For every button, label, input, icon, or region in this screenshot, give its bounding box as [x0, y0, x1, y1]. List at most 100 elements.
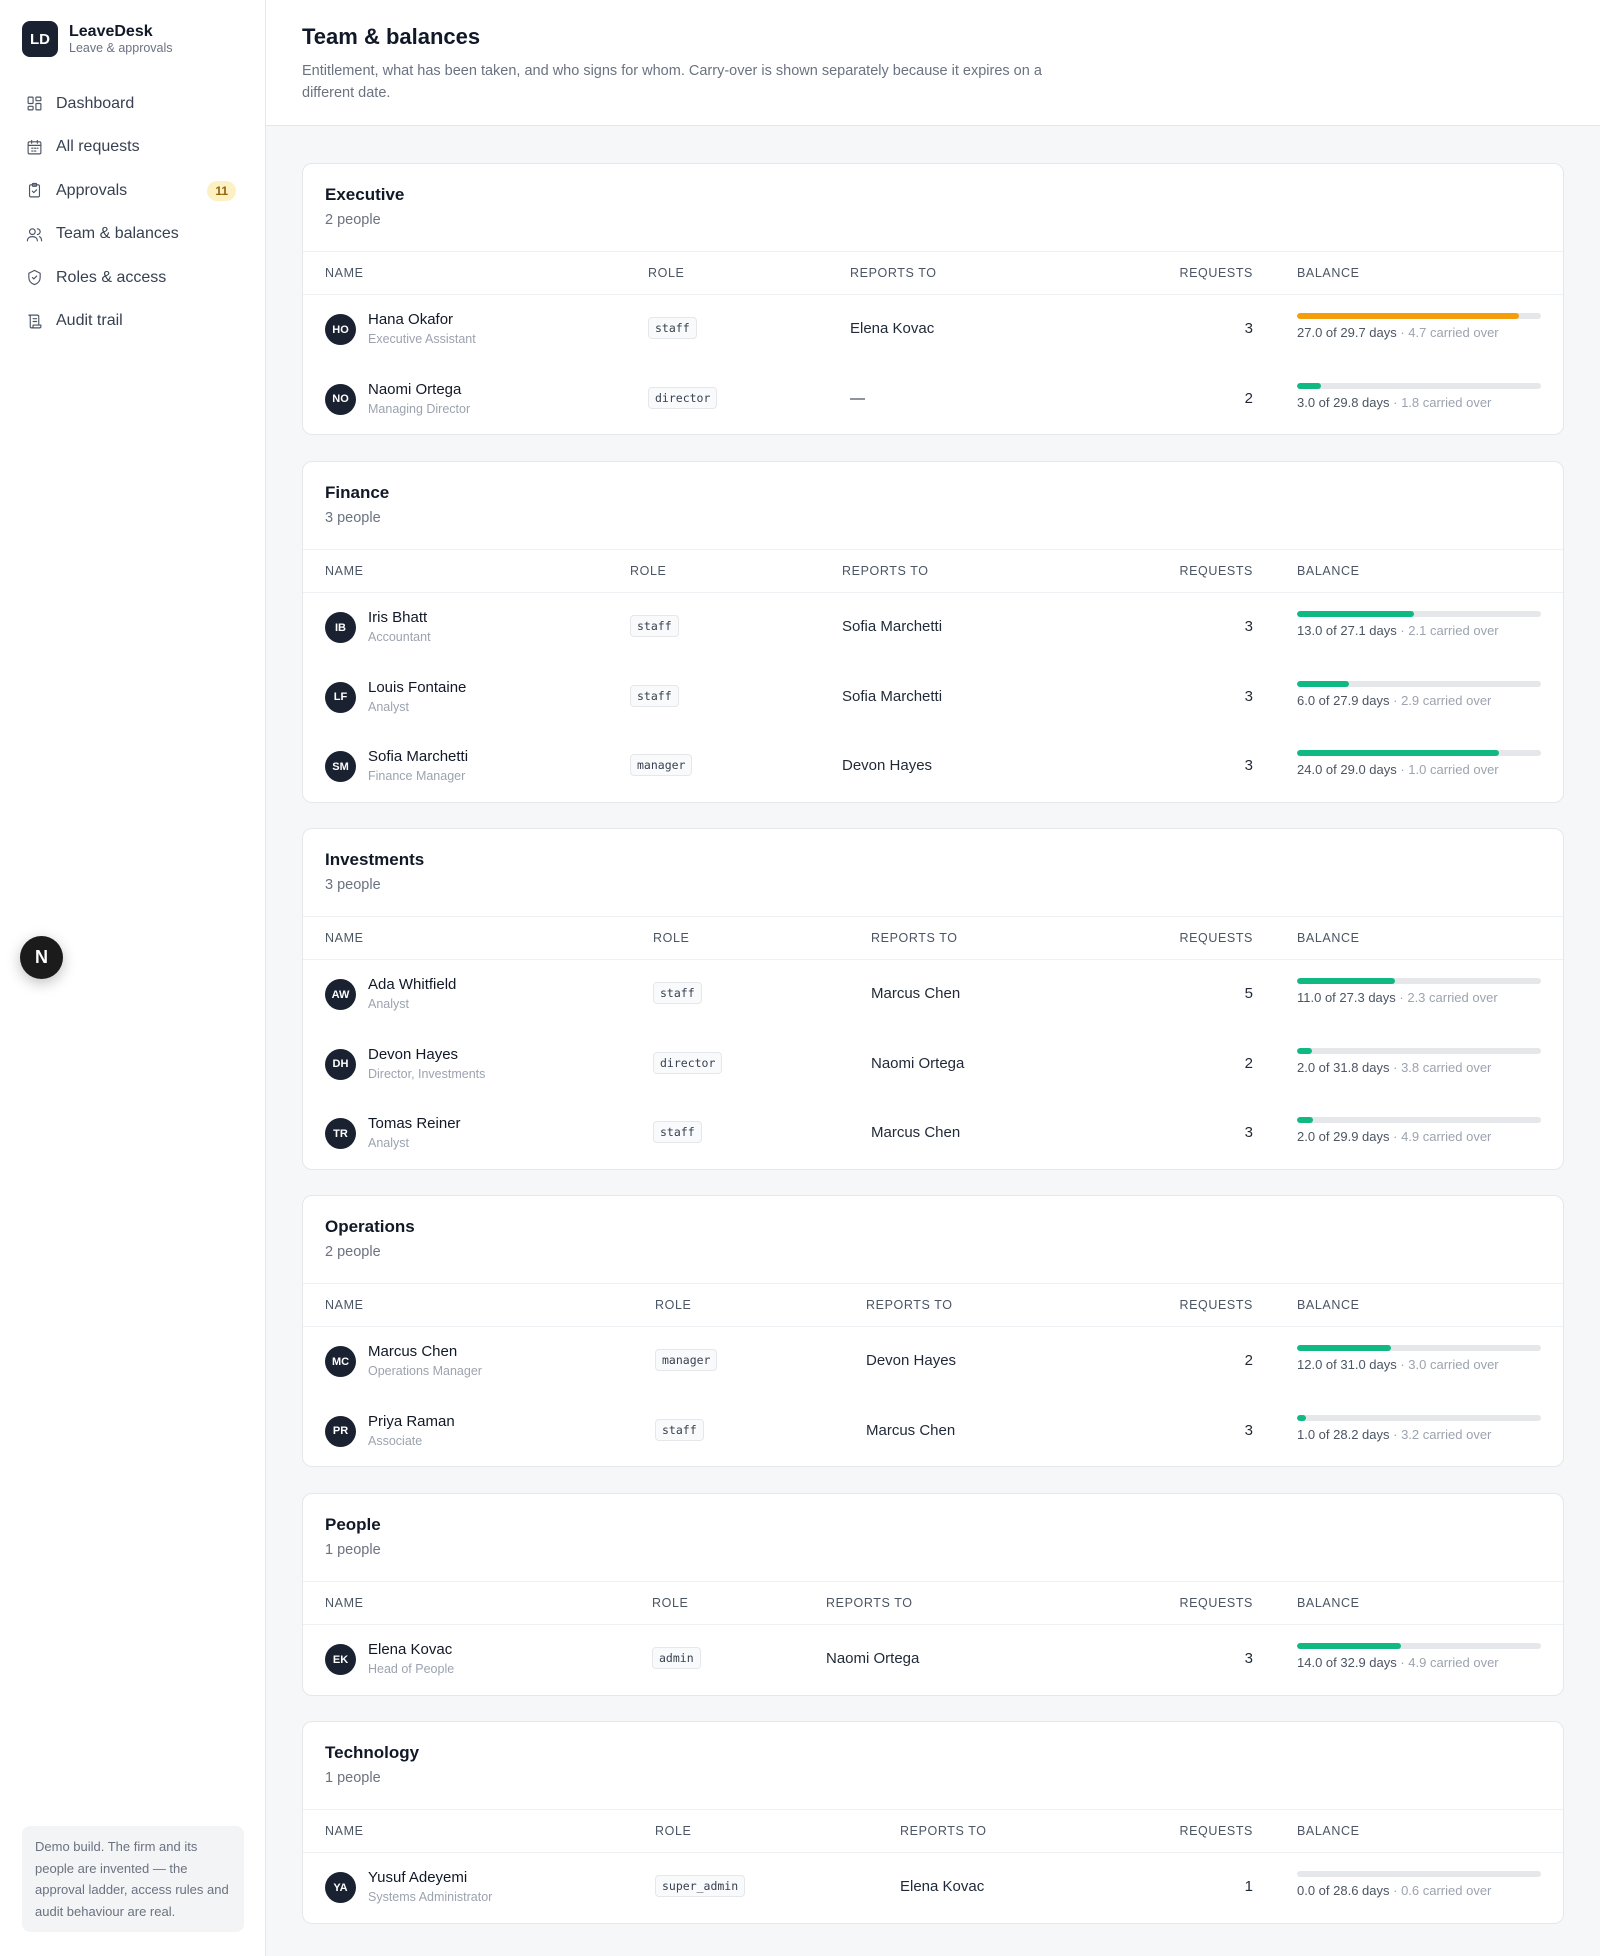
column-header-role[interactable]: ROLE [652, 1596, 688, 1610]
person-name[interactable]: Devon Hayes [368, 1046, 458, 1063]
reports-to: Naomi Ortega [826, 1650, 920, 1667]
column-header-requests[interactable]: REQUESTS [1179, 564, 1253, 578]
table-row[interactable]: LF Louis Fontaine Analyst staff Sofia Marche… [303, 663, 1563, 733]
department-header: People 1 people [303, 1494, 1563, 1582]
person-name[interactable]: Yusuf Adeyemi [368, 1869, 467, 1886]
person-name[interactable]: Louis Fontaine [368, 679, 466, 696]
column-header-role[interactable]: ROLE [653, 931, 689, 945]
brand[interactable]: LD LeaveDesk Leave & approvals [22, 21, 173, 57]
reports-to: Marcus Chen [871, 985, 961, 1002]
nav-item-dashboard[interactable]: Dashboard [14, 82, 244, 126]
reports-to: Sofia Marchetti [842, 618, 943, 635]
nav-item-team-balances[interactable]: Team & balances [14, 213, 244, 257]
table-row[interactable]: EK Elena Kovac Head of People admin Naomi Or… [303, 1625, 1563, 1695]
column-header-role[interactable]: ROLE [655, 1298, 691, 1312]
department-count: 3 people [325, 510, 381, 526]
column-header-requests[interactable]: REQUESTS [1179, 931, 1253, 945]
balance-bar-fill [1297, 1414, 1306, 1421]
balance-bar-track [1297, 1345, 1541, 1351]
avatar: PR [325, 1415, 356, 1447]
table-row[interactable]: SM Sofia Marchetti Finance Manager manager D… [303, 732, 1563, 802]
column-header-balance[interactable]: BALANCE [1297, 564, 1360, 578]
table-header: NAME ROLE REPORTS TO BALANCE REQUESTS [303, 1582, 1563, 1625]
column-header-name[interactable]: NAME [325, 931, 364, 945]
column-header-reports-to[interactable]: REPORTS TO [900, 1824, 987, 1838]
table-row[interactable]: IB Iris Bhatt Accountant staff Sofia Marchet… [303, 593, 1563, 663]
department-name: People [325, 1515, 381, 1534]
avatar: IB [325, 612, 356, 643]
nav-label: Approvals [56, 181, 128, 199]
balance-cell: 1.0 of 28.2 days · 3.2 carried over [1297, 1414, 1541, 1442]
next-dev-badge[interactable]: N [20, 936, 63, 979]
person-title: Head of People [368, 1662, 455, 1676]
department-header: Investments 3 people [303, 829, 1563, 917]
person-name[interactable]: Elena Kovac [368, 1641, 452, 1658]
balance-cell: 6.0 of 27.9 days · 2.9 carried over [1297, 680, 1541, 708]
column-header-name[interactable]: NAME [325, 564, 364, 578]
table-row[interactable]: YA Yusuf Adeyemi Systems Administrator supe… [303, 1853, 1563, 1923]
carried-over: · 4.9 carried over [1396, 1655, 1499, 1670]
column-header-reports-to[interactable]: REPORTS TO [871, 931, 958, 945]
nav-item-all-requests[interactable]: All requests [14, 126, 244, 170]
nav-item-audit-trail[interactable]: Audit trail [14, 300, 244, 344]
nav-label: Dashboard [56, 94, 135, 112]
person-name[interactable]: Iris Bhatt [368, 609, 427, 626]
nav-item-approvals[interactable]: Approvals 11 [14, 169, 244, 213]
table-header: NAME ROLE REPORTS TO BALANCE REQUESTS [303, 252, 1563, 295]
person-name[interactable]: Sofia Marchetti [368, 748, 468, 765]
carried-over: · 2.3 carried over [1395, 990, 1498, 1005]
column-header-balance[interactable]: BALANCE [1297, 1596, 1360, 1610]
table-row[interactable]: DH Devon Hayes Director, Investments direct… [303, 1030, 1563, 1100]
column-header-name[interactable]: NAME [325, 266, 364, 280]
balance-bar-track [1297, 978, 1541, 984]
column-header-name[interactable]: NAME [325, 1824, 364, 1838]
nav-item-roles-access[interactable]: Roles & access [14, 256, 244, 300]
person-name[interactable]: Ada Whitfield [368, 976, 456, 993]
column-header-balance[interactable]: BALANCE [1297, 1298, 1360, 1312]
person-name[interactable]: Marcus Chen [368, 1343, 457, 1360]
column-header-reports-to[interactable]: REPORTS TO [850, 266, 937, 280]
person-name[interactable]: Hana Okafor [368, 311, 453, 328]
column-header-balance[interactable]: BALANCE [1297, 1824, 1360, 1838]
balance-text: 13.0 of 27.1 days · 2.1 carried over [1297, 623, 1541, 638]
column-header-role[interactable]: ROLE [648, 266, 684, 280]
scroll-icon [28, 314, 42, 329]
table-row[interactable]: TR Tomas Reiner Analyst staff Marcus Chen 3 2.… [303, 1099, 1563, 1169]
column-header-reports-to[interactable]: REPORTS TO [826, 1596, 913, 1610]
column-header-role[interactable]: ROLE [655, 1824, 691, 1838]
table-row[interactable]: PR Priya Raman Associate staff Marcus Chen 3 1… [303, 1397, 1563, 1467]
person-name[interactable]: Tomas Reiner [368, 1115, 461, 1132]
balance-cell: 12.0 of 31.0 days · 3.0 carried over [1297, 1345, 1541, 1372]
avatar: NO [325, 383, 356, 415]
table-row[interactable]: MC Marcus Chen Operations Manager manager De… [303, 1327, 1563, 1397]
balance-bar-fill [1297, 1345, 1392, 1351]
sidebar: LD LeaveDesk Leave & approvals Dashboard… [0, 0, 266, 1956]
reports-to: Naomi Ortega [871, 1054, 965, 1072]
carried-over: · 2.1 carried over [1396, 623, 1499, 638]
column-header-requests[interactable]: REQUESTS [1179, 1298, 1253, 1312]
balance-bar-fill [1297, 1117, 1314, 1123]
table-row[interactable]: AW Ada Whitfield Analyst staff Marcus Chen 5 1… [303, 960, 1563, 1030]
column-header-balance[interactable]: BALANCE [1297, 931, 1360, 945]
department-count: 2 people [325, 212, 381, 228]
column-header-requests[interactable]: REQUESTS [1179, 1824, 1253, 1838]
table-row[interactable]: HO Hana Okafor Executive Assistant staff Ele… [303, 295, 1563, 365]
column-header-reports-to[interactable]: REPORTS TO [842, 564, 929, 578]
column-header-requests[interactable]: REQUESTS [1179, 266, 1253, 280]
role-badge: staff [648, 317, 697, 339]
avatar: DH [325, 1048, 356, 1080]
table-row[interactable]: NO Naomi Ortega Managing Director director —… [303, 365, 1563, 435]
person-name[interactable]: Naomi Ortega [368, 381, 461, 398]
person-name[interactable]: Priya Raman [368, 1413, 455, 1430]
department-header: Executive 2 people [303, 164, 1563, 252]
column-header-name[interactable]: NAME [325, 1298, 364, 1312]
balance-text: 11.0 of 27.3 days · 2.3 carried over [1297, 990, 1541, 1005]
column-header-name[interactable]: NAME [325, 1596, 364, 1610]
column-header-requests[interactable]: REQUESTS [1179, 1596, 1253, 1610]
balance-days: 24.0 of 29.0 days [1297, 762, 1397, 777]
column-header-role[interactable]: ROLE [630, 564, 666, 578]
shield-icon [28, 270, 41, 286]
brand-subtitle: Leave & approvals [69, 41, 173, 55]
column-header-reports-to[interactable]: REPORTS TO [866, 1298, 953, 1312]
column-header-balance[interactable]: BALANCE [1297, 266, 1360, 280]
